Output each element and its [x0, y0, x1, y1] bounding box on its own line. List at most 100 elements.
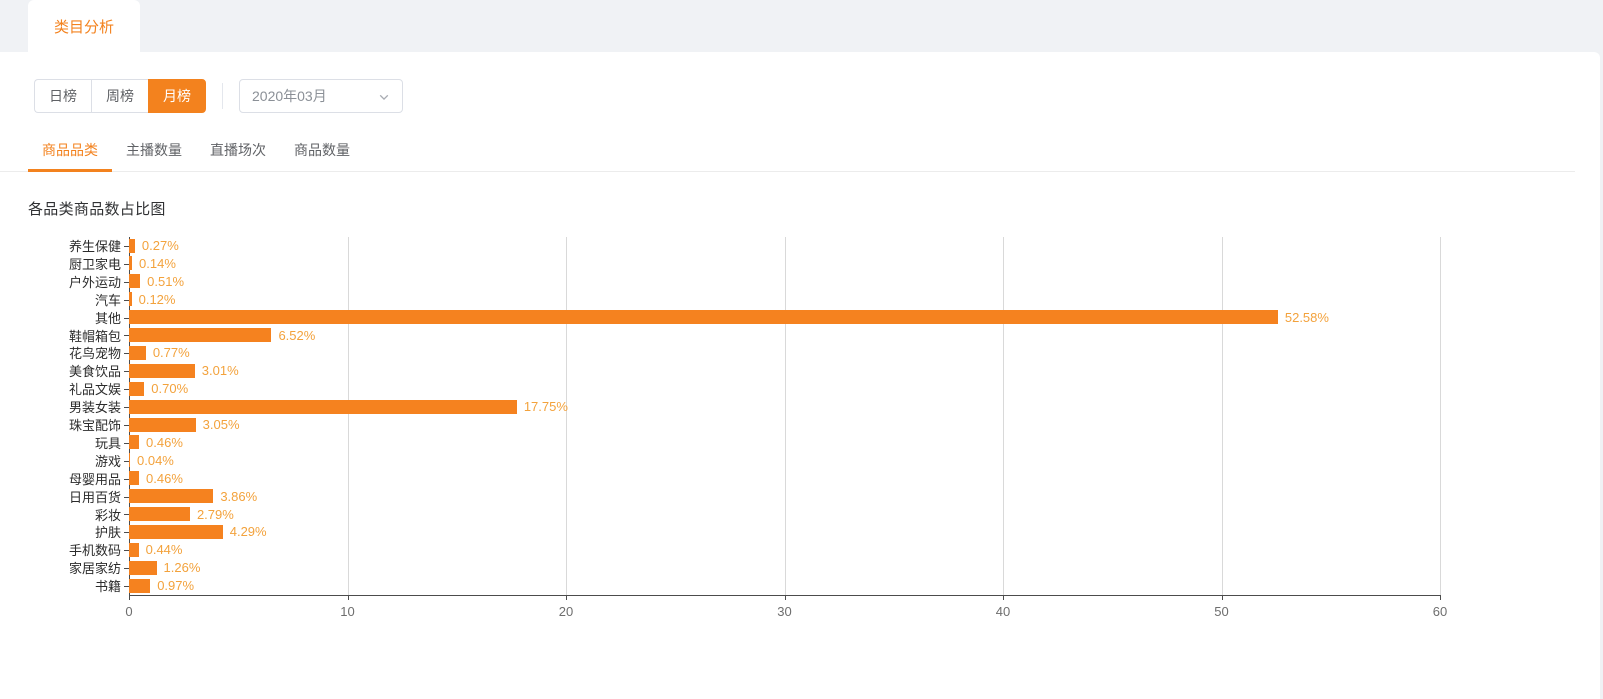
subtab-host-count[interactable]: 主播数量 [112, 140, 196, 171]
chart-bar-value-label: 52.58% [1284, 309, 1329, 325]
y-axis-category-label: 汽车 [94, 292, 121, 308]
rank-range-weekly-button[interactable]: 周榜 [91, 79, 148, 113]
chart-bar-row[interactable]: 6.52% [129, 327, 315, 344]
content-card: 日榜 周榜 月榜 2020年03月 商品品类 主播数量 直播场次 商品数量 各品… [0, 52, 1600, 699]
subtab-product-count[interactable]: 商品数量 [280, 140, 364, 171]
chart-bar-row[interactable]: 0.14% [129, 255, 176, 272]
chart-gridline [1440, 237, 1441, 595]
subtab-live-sessions-label: 直播场次 [210, 142, 266, 158]
chart-bar[interactable] [129, 328, 272, 343]
rank-range-button-group: 日榜 周榜 月榜 [34, 79, 206, 113]
y-axis-tick [124, 478, 129, 480]
y-axis-category-label: 日用百货 [68, 489, 121, 505]
chart-bar-value-label: 6.52% [278, 327, 316, 343]
rank-range-monthly-button[interactable]: 月榜 [148, 79, 206, 113]
chart-bar[interactable] [129, 274, 141, 289]
chart-bar-value-label: 2.79% [196, 506, 234, 522]
chart-plot-area: 0.27% 0.14% 0.51% 0.12% 52.58% 6.52% 0.77% 3.01… [129, 237, 1441, 595]
subtab-product-category[interactable]: 商品品类 [28, 140, 112, 172]
chart-bar-row[interactable]: 4.29% [129, 523, 267, 540]
chart-bar-row[interactable]: 0.97% [129, 577, 194, 594]
y-axis-category-label: 珠宝配饰 [68, 418, 121, 434]
chart-bar[interactable] [129, 310, 1278, 325]
chart-bar[interactable] [129, 238, 135, 253]
chart-gridline [1003, 237, 1004, 595]
chart-bar-row[interactable]: 3.86% [129, 488, 257, 505]
chart-bar[interactable] [129, 578, 151, 593]
chart-bar-row[interactable]: 0.04% [129, 452, 174, 469]
chart-bar-value-label: 3.05% [202, 417, 240, 433]
filter-divider [222, 83, 223, 109]
y-axis-tick [124, 389, 129, 391]
rank-range-daily-button[interactable]: 日榜 [34, 79, 91, 113]
x-axis-tick-label: 30 [777, 604, 792, 619]
chart-bar[interactable] [129, 345, 146, 360]
y-axis-tick [124, 281, 129, 283]
chart-bar-value-label: 0.97% [157, 578, 195, 594]
chart-bar-row[interactable]: 0.12% [129, 291, 175, 308]
chart-bar-value-label: 0.51% [147, 273, 185, 289]
tab-category-analysis[interactable]: 类目分析 [28, 0, 141, 52]
subtab-live-sessions[interactable]: 直播场次 [196, 140, 280, 171]
chart-bar[interactable] [129, 507, 190, 522]
chart-bar-row[interactable]: 0.46% [129, 470, 183, 487]
chart-bar-row[interactable]: 17.75% [129, 398, 568, 415]
chart-bar-value-label: 0.14% [139, 255, 176, 271]
chart-bar[interactable] [129, 435, 140, 450]
chart-bar[interactable] [129, 292, 132, 307]
y-axis-tick [124, 514, 129, 516]
chart-bar[interactable] [129, 417, 196, 432]
period-select[interactable]: 2020年03月 [239, 79, 403, 113]
filter-bar: 日榜 周榜 月榜 2020年03月 [0, 52, 1600, 113]
rank-range-monthly-label: 月榜 [163, 88, 191, 104]
x-axis-tick-label: 60 [1432, 604, 1448, 619]
chart-bar-value-label: 3.86% [220, 488, 258, 504]
chart-gridline [784, 237, 786, 595]
x-axis-tick [129, 595, 130, 600]
x-axis-tick-label: 10 [340, 604, 355, 619]
y-axis-category-label: 书籍 [94, 579, 121, 595]
period-select-value: 2020年03月 [252, 88, 327, 104]
chart-bar[interactable] [129, 524, 223, 539]
top-tab-strip: 类目分析 [0, 0, 1603, 52]
chart-bar[interactable] [129, 489, 214, 504]
chart-bar[interactable] [129, 399, 517, 414]
y-axis-tick [124, 353, 129, 355]
x-axis-tick [566, 595, 567, 600]
chart-bar-row[interactable]: 2.79% [129, 506, 234, 523]
y-axis-category-label: 男装女装 [68, 400, 121, 416]
chart-bar[interactable] [129, 542, 139, 557]
chart-bar-value-label: 0.44% [145, 542, 183, 558]
sub-tab-underline [0, 171, 1575, 172]
rank-range-daily-label: 日榜 [49, 88, 77, 104]
chart-bar[interactable] [129, 453, 130, 468]
y-axis-category-label: 家居家纺 [68, 561, 121, 577]
chart-bar-value-label: 0.46% [146, 470, 183, 486]
chart-bar-row[interactable]: 0.27% [129, 237, 179, 254]
chart-bar-row[interactable]: 3.01% [129, 362, 239, 379]
chart-bar[interactable] [129, 471, 140, 486]
chart-bar-row[interactable]: 1.26% [129, 559, 200, 576]
chart-bar[interactable] [129, 381, 145, 396]
chart-bar-row[interactable]: 0.77% [129, 344, 190, 361]
chart-bar[interactable] [129, 363, 195, 378]
chart-bar-row[interactable]: 52.58% [129, 309, 1329, 326]
y-axis-tick [124, 568, 129, 570]
y-axis-tick [124, 317, 129, 319]
y-axis-category-label: 其他 [94, 310, 121, 326]
x-axis-tick [347, 595, 349, 600]
chart-bar[interactable] [129, 560, 157, 575]
chart-bar-row[interactable]: 3.05% [129, 416, 240, 433]
chart-bar-row[interactable]: 0.46% [129, 434, 183, 451]
chart-bar-row[interactable]: 0.51% [129, 273, 184, 290]
chart-bar-value-label: 17.75% [523, 399, 568, 415]
y-axis-tick [124, 550, 129, 552]
y-axis-category-label: 养生保健 [68, 239, 121, 255]
x-axis-tick [784, 595, 786, 600]
chart-bar-row[interactable]: 0.70% [129, 380, 188, 397]
chart-bar[interactable] [129, 256, 133, 271]
chart-bar-value-label: 0.70% [151, 381, 189, 397]
x-axis-tick-label: 50 [1214, 604, 1229, 619]
chart-bar-row[interactable]: 0.44% [129, 541, 182, 558]
y-axis-category-label: 游戏 [94, 453, 121, 469]
